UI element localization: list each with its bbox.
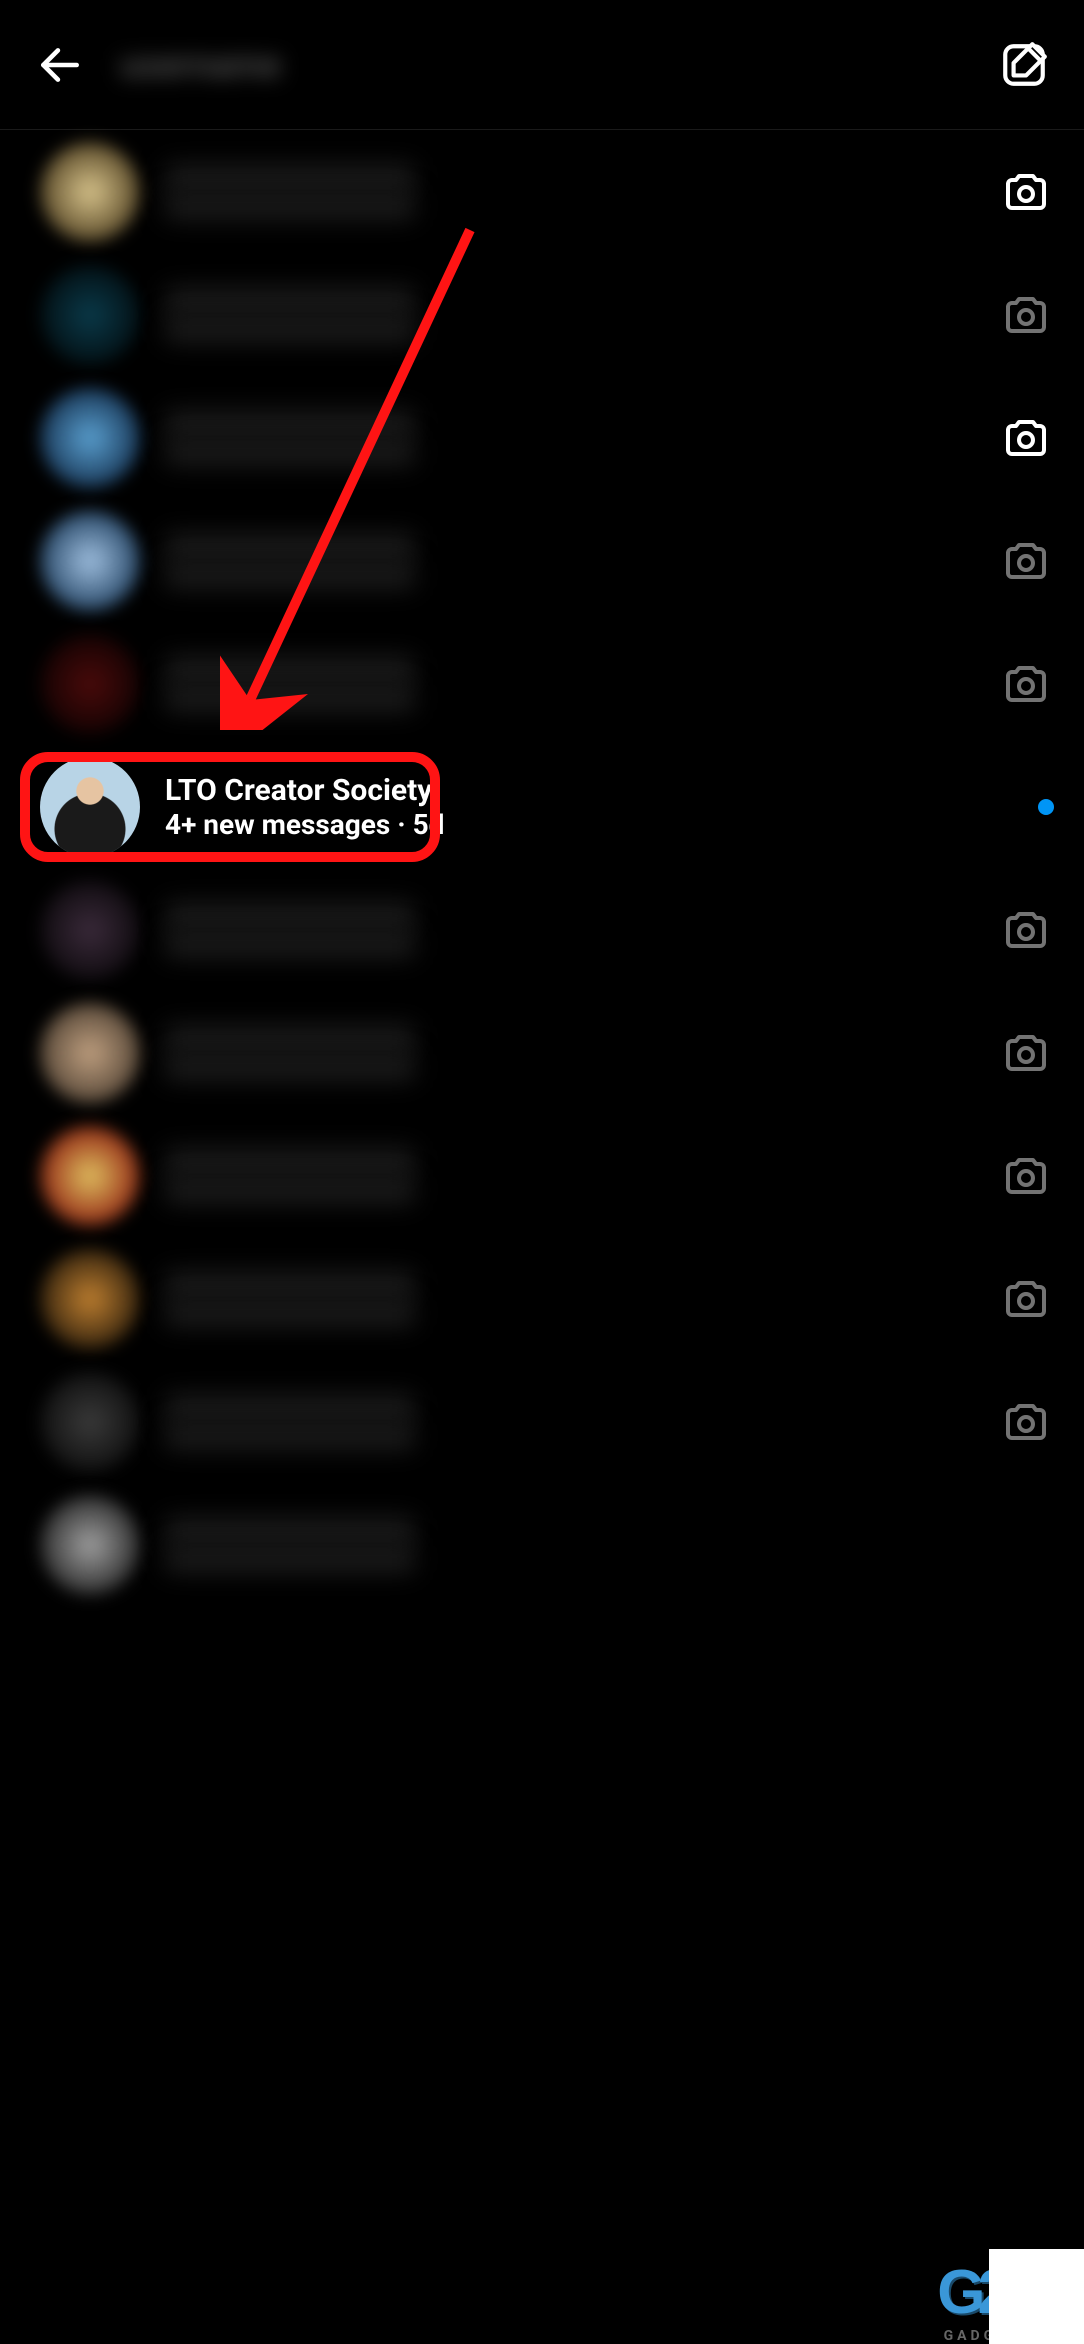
camera-icon	[1002, 1275, 1050, 1323]
chat-row-blurred[interactable]	[0, 499, 1084, 622]
chat-info	[165, 410, 978, 466]
chat-info	[165, 1271, 978, 1327]
camera-button[interactable]	[998, 656, 1054, 712]
camera-icon	[1002, 1152, 1050, 1200]
camera-button[interactable]	[998, 1271, 1054, 1327]
camera-icon	[1002, 414, 1050, 462]
chat-list: LTO Creator Society 4+ new messages · 5d	[0, 130, 1084, 1606]
chat-name-blurred	[165, 1271, 415, 1299]
chat-info	[165, 164, 978, 220]
avatar	[40, 265, 140, 365]
compose-icon	[999, 40, 1049, 90]
header-username-blurred: username	[120, 44, 994, 86]
chat-sub-blurred	[165, 1545, 415, 1573]
chat-sub-blurred	[165, 192, 415, 220]
watermark-white-block	[989, 2249, 1084, 2344]
chat-row-blurred[interactable]	[0, 868, 1084, 991]
chat-info	[165, 1148, 978, 1204]
chat-info	[165, 533, 978, 589]
avatar	[40, 1495, 140, 1595]
chat-sub-blurred	[165, 1422, 415, 1450]
chat-info	[165, 656, 978, 712]
camera-button[interactable]	[998, 410, 1054, 466]
chat-row-highlighted[interactable]: LTO Creator Society 4+ new messages · 5d	[0, 745, 1084, 868]
unread-indicator-dot	[1038, 799, 1054, 815]
chat-info	[165, 287, 978, 343]
chat-name: LTO Creator Society	[165, 773, 1018, 808]
chat-row-blurred[interactable]	[0, 253, 1084, 376]
dm-header: username	[0, 0, 1084, 130]
chat-name-blurred	[165, 533, 415, 561]
chat-row-blurred[interactable]	[0, 1114, 1084, 1237]
chat-subtitle: 4+ new messages · 5d	[165, 808, 1018, 841]
camera-icon	[1002, 168, 1050, 216]
chat-info	[165, 1517, 1054, 1573]
chat-name-blurred	[165, 1025, 415, 1053]
chat-row-blurred[interactable]	[0, 1360, 1084, 1483]
camera-icon	[1002, 537, 1050, 585]
camera-icon	[1002, 906, 1050, 954]
chat-info	[165, 1025, 978, 1081]
avatar	[40, 1003, 140, 1103]
camera-icon	[1002, 291, 1050, 339]
chat-sub-blurred	[165, 561, 415, 589]
camera-button[interactable]	[998, 164, 1054, 220]
compose-button[interactable]	[994, 35, 1054, 95]
chat-row-blurred[interactable]	[0, 1483, 1084, 1606]
avatar	[40, 1126, 140, 1226]
chat-name-blurred	[165, 1394, 415, 1422]
camera-button[interactable]	[998, 902, 1054, 958]
chat-sub-blurred	[165, 930, 415, 958]
chat-row-blurred[interactable]	[0, 622, 1084, 745]
avatar	[40, 511, 140, 611]
back-button[interactable]	[30, 35, 90, 95]
chat-sub-blurred	[165, 1299, 415, 1327]
avatar	[40, 142, 140, 242]
camera-button[interactable]	[998, 1025, 1054, 1081]
chat-sub-blurred	[165, 684, 415, 712]
chat-name-blurred	[165, 287, 415, 315]
chat-row-blurred[interactable]	[0, 376, 1084, 499]
avatar-lto	[40, 757, 140, 857]
chat-sub-blurred	[165, 1053, 415, 1081]
chat-name-blurred	[165, 164, 415, 192]
camera-icon	[1002, 1398, 1050, 1446]
chat-row-blurred[interactable]	[0, 991, 1084, 1114]
chat-info	[165, 902, 978, 958]
avatar	[40, 880, 140, 980]
camera-icon	[1002, 660, 1050, 708]
chat-row-blurred[interactable]	[0, 1237, 1084, 1360]
avatar	[40, 1372, 140, 1472]
chat-row-blurred[interactable]	[0, 130, 1084, 253]
camera-button[interactable]	[998, 1148, 1054, 1204]
camera-button[interactable]	[998, 287, 1054, 343]
chat-info: LTO Creator Society 4+ new messages · 5d	[165, 773, 1018, 841]
arrow-left-icon	[35, 40, 85, 90]
camera-button[interactable]	[998, 533, 1054, 589]
camera-icon	[1002, 1029, 1050, 1077]
chat-name-blurred	[165, 656, 415, 684]
chat-sub-blurred	[165, 438, 415, 466]
chat-sub-blurred	[165, 315, 415, 343]
chat-sub-blurred	[165, 1176, 415, 1204]
chat-info	[165, 1394, 978, 1450]
camera-button[interactable]	[998, 1394, 1054, 1450]
watermark: G2U GADGETS	[894, 2224, 1084, 2344]
chat-name-blurred	[165, 1148, 415, 1176]
avatar	[40, 388, 140, 488]
chat-name-blurred	[165, 1517, 415, 1545]
chat-name-blurred	[165, 410, 415, 438]
avatar	[40, 1249, 140, 1349]
avatar	[40, 634, 140, 734]
chat-name-blurred	[165, 902, 415, 930]
